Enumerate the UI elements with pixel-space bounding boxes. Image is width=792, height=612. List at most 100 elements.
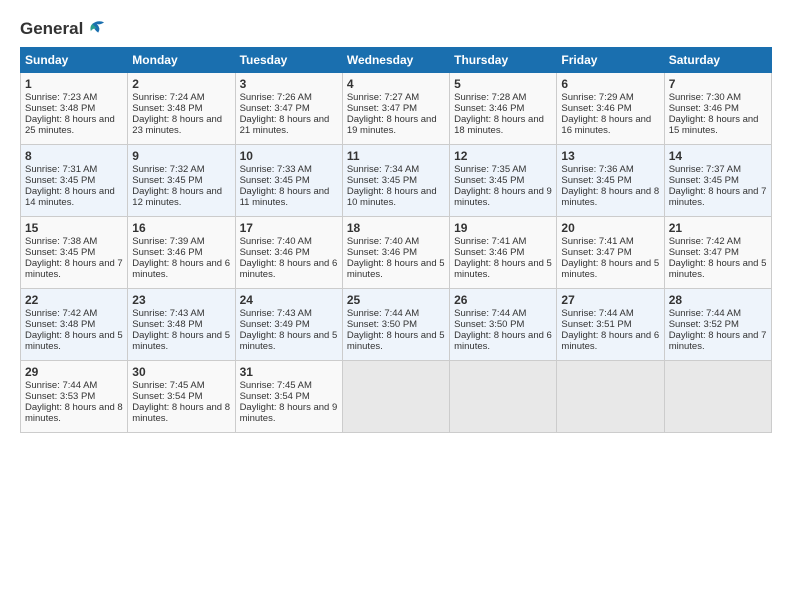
sunrise-text: Sunrise: 7:38 AM [25, 236, 97, 247]
calendar-cell: 2Sunrise: 7:24 AMSunset: 3:48 PMDaylight… [128, 73, 235, 145]
sunrise-text: Sunrise: 7:23 AM [25, 92, 97, 103]
sunset-text: Sunset: 3:54 PM [132, 391, 202, 402]
sunset-text: Sunset: 3:47 PM [669, 247, 739, 258]
sunrise-text: Sunrise: 7:30 AM [669, 92, 741, 103]
day-number: 16 [132, 221, 230, 235]
sunset-text: Sunset: 3:46 PM [132, 247, 202, 258]
sunrise-text: Sunrise: 7:44 AM [347, 308, 419, 319]
sunset-text: Sunset: 3:48 PM [132, 103, 202, 114]
sunrise-text: Sunrise: 7:40 AM [347, 236, 419, 247]
day-number: 18 [347, 221, 445, 235]
sunrise-text: Sunrise: 7:32 AM [132, 164, 204, 175]
daylight-text: Daylight: 8 hours and 7 minutes. [25, 258, 123, 280]
day-number: 20 [561, 221, 659, 235]
sunset-text: Sunset: 3:48 PM [132, 319, 202, 330]
sunset-text: Sunset: 3:51 PM [561, 319, 631, 330]
daylight-text: Daylight: 8 hours and 5 minutes. [347, 330, 445, 352]
daylight-text: Daylight: 8 hours and 7 minutes. [669, 330, 767, 352]
calendar-cell: 26Sunrise: 7:44 AMSunset: 3:50 PMDayligh… [450, 289, 557, 361]
daylight-text: Daylight: 8 hours and 15 minutes. [669, 114, 759, 136]
calendar-cell: 14Sunrise: 7:37 AMSunset: 3:45 PMDayligh… [664, 145, 771, 217]
day-number: 6 [561, 77, 659, 91]
day-number: 17 [240, 221, 338, 235]
calendar-cell: 20Sunrise: 7:41 AMSunset: 3:47 PMDayligh… [557, 217, 664, 289]
sunset-text: Sunset: 3:48 PM [25, 103, 95, 114]
calendar-cell: 28Sunrise: 7:44 AMSunset: 3:52 PMDayligh… [664, 289, 771, 361]
sunset-text: Sunset: 3:52 PM [669, 319, 739, 330]
calendar-week-row: 15Sunrise: 7:38 AMSunset: 3:45 PMDayligh… [21, 217, 772, 289]
sunrise-text: Sunrise: 7:44 AM [454, 308, 526, 319]
calendar-cell: 25Sunrise: 7:44 AMSunset: 3:50 PMDayligh… [342, 289, 449, 361]
daylight-text: Daylight: 8 hours and 9 minutes. [240, 402, 338, 424]
header: General [20, 18, 772, 37]
calendar-cell: 23Sunrise: 7:43 AMSunset: 3:48 PMDayligh… [128, 289, 235, 361]
sunset-text: Sunset: 3:47 PM [561, 247, 631, 258]
daylight-text: Daylight: 8 hours and 6 minutes. [132, 258, 230, 280]
calendar-week-row: 29Sunrise: 7:44 AMSunset: 3:53 PMDayligh… [21, 361, 772, 433]
daylight-text: Daylight: 8 hours and 5 minutes. [25, 330, 123, 352]
header-day: Friday [557, 48, 664, 73]
day-number: 14 [669, 149, 767, 163]
header-day: Thursday [450, 48, 557, 73]
day-number: 7 [669, 77, 767, 91]
sunrise-text: Sunrise: 7:31 AM [25, 164, 97, 175]
day-number: 28 [669, 293, 767, 307]
day-number: 26 [454, 293, 552, 307]
sunrise-text: Sunrise: 7:43 AM [132, 308, 204, 319]
sunrise-text: Sunrise: 7:24 AM [132, 92, 204, 103]
daylight-text: Daylight: 8 hours and 18 minutes. [454, 114, 544, 136]
header-day: Wednesday [342, 48, 449, 73]
calendar-header: SundayMondayTuesdayWednesdayThursdayFrid… [21, 48, 772, 73]
calendar-cell: 13Sunrise: 7:36 AMSunset: 3:45 PMDayligh… [557, 145, 664, 217]
daylight-text: Daylight: 8 hours and 5 minutes. [561, 258, 659, 280]
day-number: 30 [132, 365, 230, 379]
daylight-text: Daylight: 8 hours and 12 minutes. [132, 186, 222, 208]
sunrise-text: Sunrise: 7:34 AM [347, 164, 419, 175]
sunset-text: Sunset: 3:45 PM [25, 175, 95, 186]
day-number: 27 [561, 293, 659, 307]
calendar-cell: 31Sunrise: 7:45 AMSunset: 3:54 PMDayligh… [235, 361, 342, 433]
sunset-text: Sunset: 3:46 PM [669, 103, 739, 114]
sunset-text: Sunset: 3:50 PM [347, 319, 417, 330]
daylight-text: Daylight: 8 hours and 5 minutes. [240, 330, 338, 352]
sunset-text: Sunset: 3:49 PM [240, 319, 310, 330]
calendar-cell: 27Sunrise: 7:44 AMSunset: 3:51 PMDayligh… [557, 289, 664, 361]
day-number: 31 [240, 365, 338, 379]
sunset-text: Sunset: 3:50 PM [454, 319, 524, 330]
day-number: 1 [25, 77, 123, 91]
sunrise-text: Sunrise: 7:42 AM [669, 236, 741, 247]
sunset-text: Sunset: 3:54 PM [240, 391, 310, 402]
sunrise-text: Sunrise: 7:35 AM [454, 164, 526, 175]
day-number: 25 [347, 293, 445, 307]
calendar-cell: 9Sunrise: 7:32 AMSunset: 3:45 PMDaylight… [128, 145, 235, 217]
daylight-text: Daylight: 8 hours and 8 minutes. [561, 186, 659, 208]
calendar-week-row: 22Sunrise: 7:42 AMSunset: 3:48 PMDayligh… [21, 289, 772, 361]
calendar-cell: 6Sunrise: 7:29 AMSunset: 3:46 PMDaylight… [557, 73, 664, 145]
logo: General [20, 18, 107, 37]
calendar-cell: 22Sunrise: 7:42 AMSunset: 3:48 PMDayligh… [21, 289, 128, 361]
calendar-cell [450, 361, 557, 433]
sunrise-text: Sunrise: 7:42 AM [25, 308, 97, 319]
sunrise-text: Sunrise: 7:37 AM [669, 164, 741, 175]
daylight-text: Daylight: 8 hours and 14 minutes. [25, 186, 115, 208]
calendar-cell: 4Sunrise: 7:27 AMSunset: 3:47 PMDaylight… [342, 73, 449, 145]
sunrise-text: Sunrise: 7:45 AM [132, 380, 204, 391]
calendar-cell: 11Sunrise: 7:34 AMSunset: 3:45 PMDayligh… [342, 145, 449, 217]
calendar-cell: 19Sunrise: 7:41 AMSunset: 3:46 PMDayligh… [450, 217, 557, 289]
calendar-cell: 3Sunrise: 7:26 AMSunset: 3:47 PMDaylight… [235, 73, 342, 145]
day-number: 11 [347, 149, 445, 163]
sunrise-text: Sunrise: 7:44 AM [25, 380, 97, 391]
sunrise-text: Sunrise: 7:28 AM [454, 92, 526, 103]
calendar-cell: 8Sunrise: 7:31 AMSunset: 3:45 PMDaylight… [21, 145, 128, 217]
logo-bird-icon [85, 18, 107, 40]
daylight-text: Daylight: 8 hours and 5 minutes. [454, 258, 552, 280]
daylight-text: Daylight: 8 hours and 8 minutes. [25, 402, 123, 424]
sunset-text: Sunset: 3:47 PM [240, 103, 310, 114]
daylight-text: Daylight: 8 hours and 9 minutes. [454, 186, 552, 208]
calendar-week-row: 8Sunrise: 7:31 AMSunset: 3:45 PMDaylight… [21, 145, 772, 217]
daylight-text: Daylight: 8 hours and 5 minutes. [347, 258, 445, 280]
calendar-cell: 12Sunrise: 7:35 AMSunset: 3:45 PMDayligh… [450, 145, 557, 217]
day-number: 2 [132, 77, 230, 91]
sunset-text: Sunset: 3:45 PM [669, 175, 739, 186]
day-number: 9 [132, 149, 230, 163]
